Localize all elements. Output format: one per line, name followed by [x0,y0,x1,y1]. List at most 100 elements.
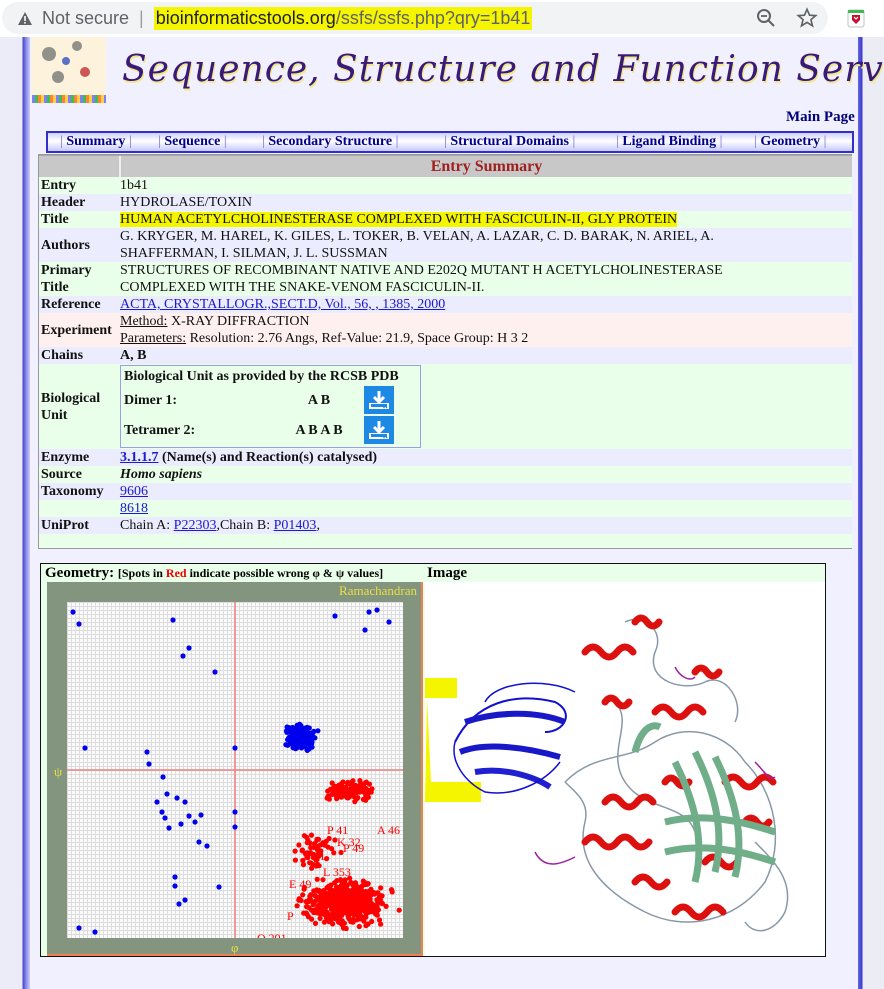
security-label[interactable]: Not secure [42,8,129,29]
outlier-label: E 91 [303,849,325,863]
ramachandran-point [308,832,315,838]
ramachandran-point [396,907,402,913]
download-tetramer-button[interactable] [364,416,394,444]
zoom-out-icon[interactable] [756,8,776,28]
main-page-link[interactable]: Main Page [786,109,855,126]
ramachandran-point [298,897,304,904]
parameters-label: Parameters: [120,331,187,346]
enzyme-desc: (Name(s) and Reaction(s) catalysed) [158,450,378,465]
row-spacer [39,534,852,548]
ramachandran-point [154,799,160,805]
ramachandran-point [347,899,353,905]
ramachandran-point [159,809,165,815]
reference-link[interactable]: ACTA, CRYSTALLOGR.,SECT.D, Vol., 56, , 1… [120,297,445,312]
ramachandran-point [335,913,341,919]
ramachandran-point [309,732,315,738]
ramachandran-point [349,779,355,785]
row-authors: Authors G. KRYGER, M. HAREL, K. GILES, L… [39,228,852,262]
authors-line-2: SHAFFERMAN, I. SILMAN, J. L. SUSSMAN [120,246,388,261]
ramachandran-point [351,886,357,892]
ramachandran-point [186,813,192,819]
url-text[interactable]: bioinformaticstools.org/ssfs/ssfs.php?qr… [153,6,533,30]
ramachandran-point [146,761,152,767]
taxonomy-link[interactable]: 8618 [120,501,148,516]
outlier-label: A 46 [377,823,400,837]
extension-shield-icon[interactable] [846,8,866,28]
site-logo[interactable] [32,37,106,103]
row-chains: Chains A, B [39,347,852,364]
uniprot-chain-a-link[interactable]: P22303 [174,518,217,533]
row-title: Title HUMAN ACETYLCHOLINESTERASE COMPLEX… [39,211,852,228]
outlier-label: D [315,889,324,903]
ramachandran-point [176,901,182,907]
ramachandran-point [368,886,374,892]
ramachandran-point [182,799,188,805]
method-label: Method: [120,314,168,329]
summary-heading: Entry Summary [119,156,852,177]
ramachandran-point [314,837,320,843]
ramachandran-point [216,884,222,890]
tab-sequence[interactable]: | Sequence | [158,134,227,150]
enzyme-ec-link[interactable]: 3.1.1.7 [120,450,159,465]
geometry-note: [Spots in Red indicate possible wrong φ … [117,566,384,580]
ramachandran-point [160,774,166,780]
ramachandran-point [294,903,300,909]
ramachandran-point [186,645,192,651]
ramachandran-point [366,781,373,787]
taxonomy-link[interactable]: 9606 [120,484,148,499]
ramachandran-plot[interactable]: Ramachandran ψ φ P 41 K 32 E 91 P 49 L 353 E … [47,582,423,956]
ramachandran-point [346,794,352,800]
ramachandran-point [340,925,347,931]
structure-image [425,582,825,956]
tab-ligand-binding[interactable]: | Ligand Binding | [616,134,722,150]
uniprot-chain-b-link[interactable]: P01403 [274,518,317,533]
authors-line-1: G. KRYGER, M. HAREL, K. GILES, L. TOKER,… [120,229,714,244]
image-title: Image [427,565,467,581]
ramachandran-point [162,815,168,821]
geometry-section: Geometry: [Spots in Red indicate possibl… [40,563,826,957]
ramachandran-point [359,783,365,790]
ramachandran-point [284,729,290,735]
entry-summary-table: Entry Summary Entry 1b41 Header HYDROLAS… [38,154,852,549]
ramachandran-point [301,734,307,741]
ramachandran-point [170,617,176,623]
primary-title-line-2: COMPLEXED WITH THE SNAKE-VENOM FASCICULI… [120,280,485,295]
ramachandran-point [357,911,363,917]
ramachandran-point [198,812,204,818]
source-value: Homo sapiens [120,467,203,482]
ramachandran-point [192,819,198,825]
warning-icon[interactable] [16,9,34,27]
ramachandran-point [320,911,327,917]
bookmark-star-icon[interactable] [796,7,818,29]
ramachandran-points: P 41K 32E 91P 49L 353E 49DPQ 291A 46 [67,602,403,938]
ramachandran-point [172,874,178,880]
ramachandran-point [164,791,170,797]
bio-unit-row: Tetramer 2: A B A B [124,415,417,445]
ramachandran-point [351,912,357,918]
highlight-mark [425,678,457,698]
geometry-title: Geometry: [Spots in Red indicate possibl… [45,565,384,581]
tab-structural-domains[interactable]: | Structural Domains | [444,134,575,150]
ramachandran-point [306,746,312,752]
separator: | [139,7,144,28]
ramachandran-point [298,745,305,751]
ramachandran-point [354,785,361,791]
ramachandran-point [378,885,384,891]
address-bar[interactable]: Not secure | bioinformaticstools.org/ssf… [2,2,828,34]
ramachandran-point [364,881,370,887]
tab-summary[interactable]: | Summary | [60,134,132,150]
url-host: bioinformaticstools.org [155,7,336,28]
row-source: Source Homo sapiens [39,466,852,483]
download-dimer-button[interactable] [364,386,394,414]
ramachandran-point [366,609,372,615]
ramachandran-point [180,653,186,659]
ramachandran-point [303,904,310,910]
ramachandran-point [323,838,329,844]
ramachandran-point [342,888,348,894]
ramachandran-point [144,749,150,755]
ramachandran-point [374,607,380,613]
ramachandran-point [348,879,354,886]
tab-secondary-structure[interactable]: | Secondary Structure | [262,134,398,150]
tab-geometry[interactable]: | Geometry | [754,134,826,150]
primary-title-line-1: STRUCTURES OF RECOMBINANT NATIVE AND E20… [120,263,723,278]
